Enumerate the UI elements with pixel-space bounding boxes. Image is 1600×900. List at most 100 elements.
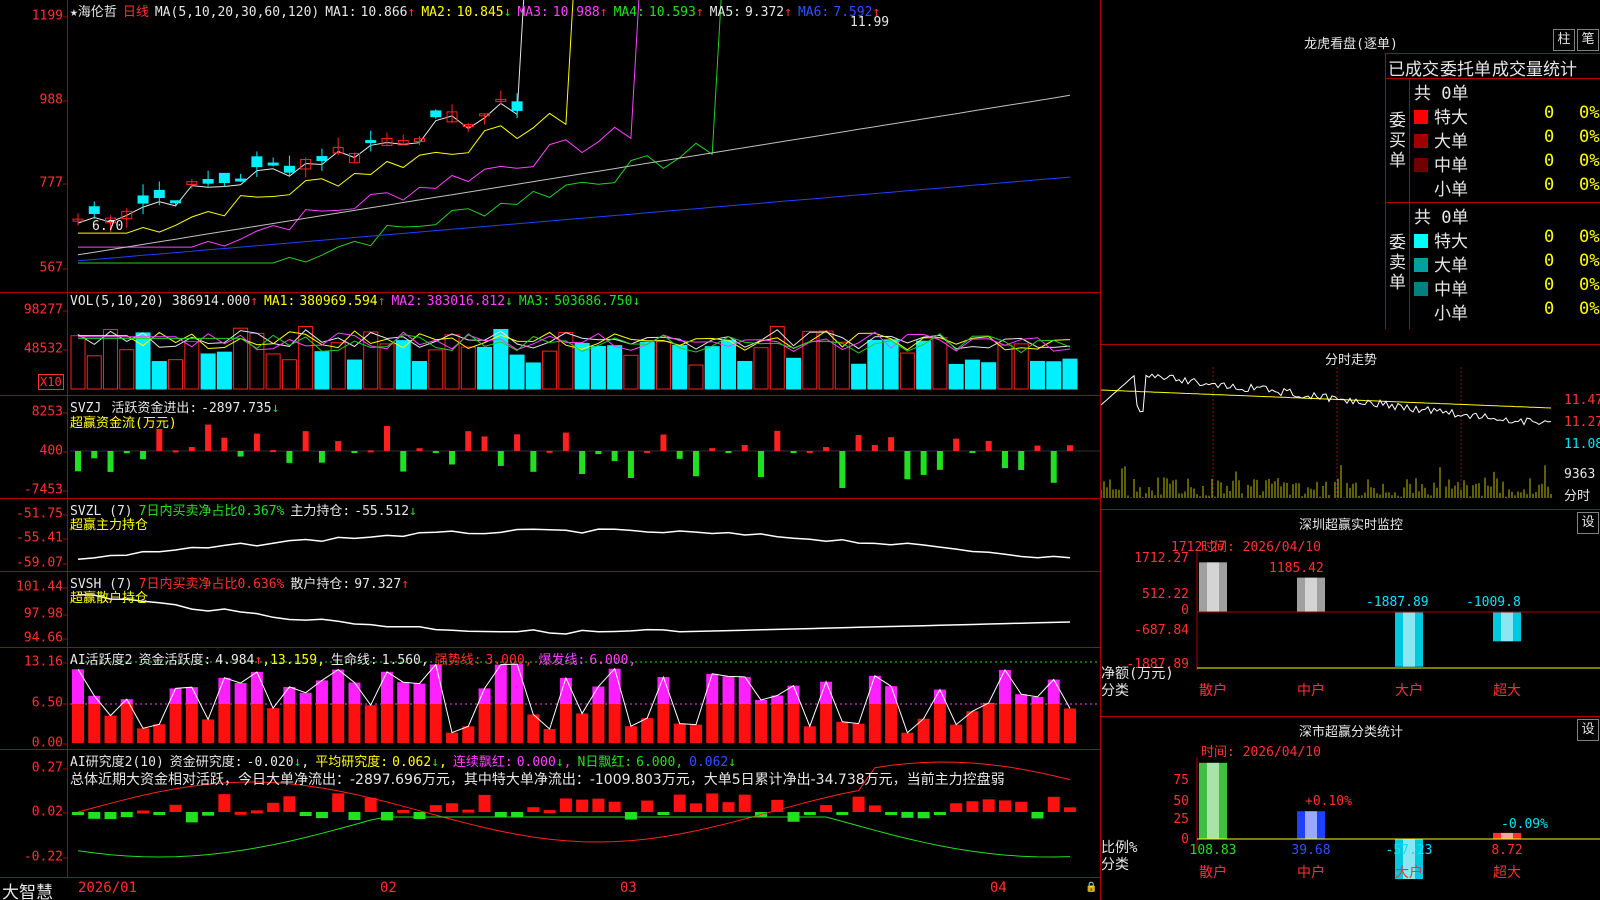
ai-activity-panel[interactable]: 13.16 6.50 0.00 AI活跃度2 资金活跃度: 4.984↑,13.15… [0,648,1100,751]
flow-bar [741,445,748,451]
tab-orders[interactable]: 委托单 [1440,55,1491,80]
sz-monitor-chart[interactable]: 1712.27512.220-687.84-1887.891712.271185… [1101,510,1600,717]
ai-res-title: AI研究度2(10) 资金研究度: -0.020↓, 平均研究度: 0.062↓, 连续飘… [70,755,737,770]
intraday-section[interactable]: 分时走势 11.47 11.27 11.08 9363 分时 [1101,345,1600,510]
res-bar [299,812,312,816]
res-bar [429,805,442,812]
sz-monitor-section[interactable]: 深圳超赢实时监控 设 时间: 2026/04/10 1712.27 512.22 0… [1101,510,1600,717]
act-bar [413,704,426,743]
flow-bar [969,451,976,453]
res-bar [1064,807,1076,812]
res-bar [462,809,475,813]
act-bar [397,704,410,743]
value-label: 108.83 [1190,843,1237,858]
res-bar [608,801,621,812]
ai-research-panel[interactable]: 0.27 0.02 -0.22 AI研究度2(10) 资金研究度: -0.020↓,… [0,750,1100,878]
order-type: 大单 [1434,256,1468,276]
act-bar [689,724,702,743]
act-bar [592,704,605,743]
act-bar [982,704,995,743]
res-bar [202,812,215,816]
volume-panel[interactable]: 98277 48532 X10 VOL(5,10,20) 386914.000↑ M… [0,293,1100,396]
low-mark: 6.70 [92,219,124,234]
act-bar-top [429,664,442,704]
res-bar [543,810,556,814]
vol-bar [590,345,606,390]
sz-stat-section[interactable]: 深市超赢分类统计 设 时间: 2026/04/10 75 50 25 0 +0.10% -… [1101,717,1600,900]
flow-bar [156,428,163,451]
lhb-title: 龙虎看盘(逐单) [1304,37,1398,52]
svzj-panel[interactable]: 8253 400 -7453 SVZJ 活跃资金进出: -2897.735↓ 超赢资… [0,396,1100,499]
svsh-panel[interactable]: 101.44 97.98 94.66 SVSH (7) 7日内买卖净占比0.636… [0,572,1100,648]
ai-res-name: AI研究度2(10) [70,755,164,770]
vol-bar [899,352,915,390]
tab-filled[interactable]: 已成交 [1388,55,1439,80]
ma3-label: MA3: [517,5,549,20]
vol-bar [265,353,281,390]
high-mark: 11.99 [850,15,890,30]
tick-mode-button[interactable]: 笔 [1577,29,1599,51]
ma6-label: MA6: [797,5,830,20]
act-bar [1047,704,1060,743]
intraday-ytick: 11.47 [1564,393,1600,408]
flow-bar [774,430,781,451]
act-bar [624,726,637,743]
act-bar [120,704,133,743]
candle-body [137,195,149,204]
arrow-down-icon: ↓ [503,5,512,20]
vol-bar [769,326,785,390]
res-bar [689,803,702,812]
lock-icon[interactable]: 🔒 [1085,882,1097,893]
res-bar [624,812,637,820]
svzj-sub: 超赢资金流(万元) [70,416,177,431]
res-bar [478,794,491,812]
res-bar [315,812,328,819]
cat-label: 散户 [1199,864,1227,881]
order-type: 特大 [1434,108,1468,128]
flow-bar [351,451,358,453]
act-bar-top [283,686,296,704]
act-bar [511,704,524,743]
act-bar [885,704,898,743]
act-bar [315,704,328,743]
order-count: 0 [1544,127,1555,147]
intraday-chart[interactable] [1101,345,1600,510]
ai-res-v1: -0.020 [246,755,294,770]
svzl-panel[interactable]: -51.75 -55.41 -59.07 SVZL (7) 7日内买卖净占比0.3… [0,499,1100,572]
ai-res-l4: N日飘红: [577,755,633,770]
arrow-up-icon: ↑ [401,577,410,592]
ma-title: MA(5,10,20,30,60,120) [154,5,320,20]
period-label[interactable]: 日线 [123,5,149,20]
order-row: 大单 0 0% [1414,251,1600,276]
tab-volume-stat[interactable]: 成交量统计 [1492,55,1577,80]
anno: +0.10% [1305,794,1352,809]
color-swatch [1414,258,1428,272]
vol-bar [932,337,948,390]
color-swatch [1414,234,1428,248]
vol-bar [964,359,980,390]
sz-stat-chart[interactable]: 75 50 25 0 +0.10% -0.09% 108.83 39.68 -57.23 8.72… [1101,717,1600,900]
color-swatch [1414,282,1428,296]
vol-bar [1029,360,1045,390]
vol-bar [428,349,444,390]
color-swatch [1414,306,1428,320]
act-bar-top [738,676,751,704]
flow-bar [920,451,927,475]
kline-panel[interactable]: 1199 988 777 567 ★海伦哲 日线 MA(5,10,20,30,60,… [0,0,1100,293]
order-pct: 0% [1579,275,1600,295]
act-bar [966,711,979,743]
vol-bar [607,345,623,390]
flow-bar [367,450,374,453]
bar-shine [1403,612,1415,667]
act-bar-top [380,671,393,704]
kline-chart[interactable] [0,0,1100,293]
act-bar [998,704,1011,743]
res-bar [901,812,914,818]
star-icon[interactable]: ★ [70,5,78,20]
res-bar [234,811,247,815]
ma4-value: 10.593 [648,5,696,20]
res-bar [722,802,735,812]
order-pct: 0% [1579,103,1600,123]
bar-mode-button[interactable]: 柱 [1553,29,1575,51]
ytick: -687.84 [1134,623,1189,638]
